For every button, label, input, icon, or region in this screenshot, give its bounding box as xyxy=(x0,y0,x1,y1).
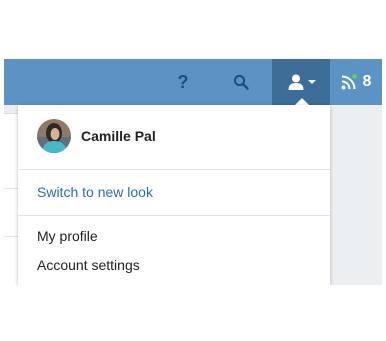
user-name: Camille Pal xyxy=(81,128,156,144)
feed-count-badge: 8 xyxy=(362,73,372,90)
user-info-row[interactable]: Camille Pal xyxy=(18,105,330,170)
user-icon xyxy=(288,74,303,90)
avatar xyxy=(37,119,71,153)
rss-icon xyxy=(341,74,357,90)
background-content-panel xyxy=(4,113,18,285)
divider xyxy=(4,188,18,189)
profile-dropdown-menu: Camille Pal Switch to new look My profil… xyxy=(18,105,330,285)
search-button[interactable] xyxy=(226,59,256,105)
search-icon xyxy=(233,74,249,90)
help-button[interactable]: ? xyxy=(168,59,198,105)
app-frame: ? 8 Camille Pal Switch to new look My pr… xyxy=(4,59,382,285)
menu-item-my-profile[interactable]: My profile xyxy=(37,228,98,244)
help-label: ? xyxy=(177,72,189,92)
feed-button[interactable]: 8 xyxy=(330,59,382,105)
chevron-down-icon xyxy=(307,80,316,84)
top-navbar: ? 8 xyxy=(4,59,382,105)
switch-to-new-look-link[interactable]: Switch to new look xyxy=(37,184,153,200)
switch-look-row: Switch to new look xyxy=(18,170,330,216)
menu-item-account-settings[interactable]: Account settings xyxy=(37,257,140,273)
divider xyxy=(4,236,18,237)
